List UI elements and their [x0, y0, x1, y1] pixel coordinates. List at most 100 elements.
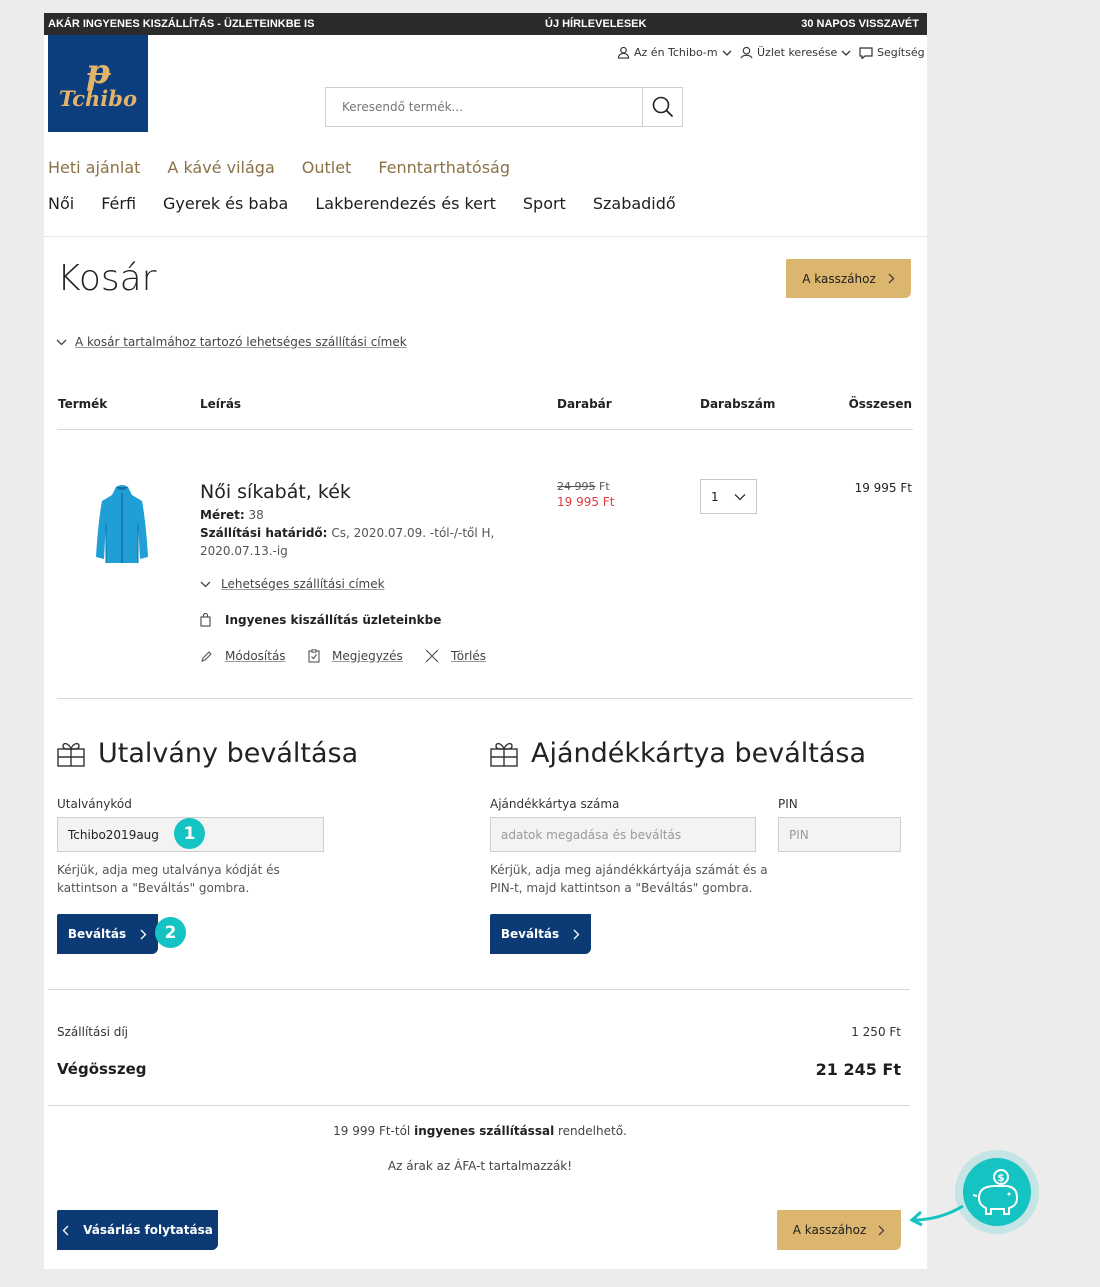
chevron-down-icon: [734, 493, 746, 500]
promo-newsletter[interactable]: ÚJ HÍRLEVELESEK: [545, 13, 646, 35]
piggy-bank-badge: $: [955, 1150, 1039, 1234]
table-header-divider: [57, 429, 913, 430]
shipping-fee-row: Szállítási díj 1 250 Ft: [57, 1025, 901, 1039]
voucher-code-label: Utalványkód: [57, 797, 132, 811]
voucher-title: Utalvány beváltása: [98, 738, 359, 769]
chat-bubble-icon: [859, 46, 873, 59]
piggy-bank-icon: $: [972, 1169, 1019, 1215]
continue-shopping-button[interactable]: Vásárlás folytatása: [57, 1210, 218, 1250]
page-title: Kosár: [57, 258, 157, 299]
size-value: 38: [248, 508, 264, 522]
nav-item-weekly-offer[interactable]: Heti ajánlat: [48, 158, 140, 177]
old-price: 24 995 Ft: [557, 480, 610, 493]
store-finder-link[interactable]: Üzlet keresése: [740, 46, 851, 59]
nav-item-sustainability[interactable]: Fenntarthatóság: [378, 158, 510, 177]
chevron-down-icon: [841, 50, 851, 56]
edit-item-link[interactable]: Módosítás: [200, 649, 286, 663]
search-input[interactable]: [326, 88, 642, 126]
piggy-bank-circle: $: [963, 1158, 1031, 1226]
giftcard-number-label: Ajándékkártya száma: [490, 797, 620, 811]
free-shipping-note-bold: ingyenes szállítással: [414, 1124, 555, 1138]
voucher-heading: Utalvány beváltása: [56, 738, 358, 769]
shipping-fee-value: 1 250 Ft: [851, 1025, 901, 1039]
voucher-help-line1: Kérjük, adja meg utalványa kódját és: [57, 863, 280, 877]
pencil-icon: [201, 650, 212, 662]
cart-page: AKÁR INGYENES KISZÁLLÍTÁS - ÜZLETEINKBE …: [44, 13, 927, 1269]
nav-item-sport[interactable]: Sport: [523, 194, 566, 213]
chevron-right-icon: [878, 1225, 885, 1235]
note-label: Megjegyzés: [332, 649, 403, 663]
product-size: Méret: 38: [200, 506, 264, 524]
grand-total-value: 21 245 Ft: [815, 1060, 901, 1079]
nav-item-coffee-world[interactable]: A kávé világa: [167, 158, 274, 177]
chevron-down-icon: [56, 339, 67, 346]
shipping-addresses-toggle[interactable]: A kosár tartalmához tartozó lehetséges s…: [56, 335, 407, 349]
voucher-code-value: Tchibo2019aug: [68, 827, 159, 842]
voucher-redeem-button[interactable]: Beváltás: [57, 914, 158, 954]
store-finder-label: Üzlet keresése: [757, 46, 838, 59]
nav-item-kids[interactable]: Gyerek és baba: [163, 194, 288, 213]
possible-addresses-toggle[interactable]: Lehetséges szállítási címek: [200, 577, 385, 591]
close-icon: [425, 649, 439, 663]
checkout-button-bottom[interactable]: A kasszához: [777, 1210, 901, 1250]
help-link[interactable]: Segítség: [859, 46, 925, 59]
product-image[interactable]: [94, 483, 150, 567]
sale-price: 19 995 Ft: [557, 495, 615, 509]
free-shipping-note-prefix: 19 999 Ft-tól: [333, 1124, 415, 1138]
nav-item-leisure[interactable]: Szabadidő: [593, 194, 676, 213]
quantity-select[interactable]: 1: [700, 479, 757, 514]
step-badge-1: 1: [174, 818, 205, 849]
search-button[interactable]: [642, 88, 682, 126]
account-link[interactable]: Az én Tchibo-m: [617, 46, 732, 59]
promo-free-shipping[interactable]: AKÁR INGYENES KISZÁLLÍTÁS - ÜZLETEINKBE …: [48, 13, 314, 35]
column-header-unit-price: Darabár: [557, 397, 612, 411]
continue-shopping-label: Vásárlás folytatása: [83, 1223, 213, 1237]
user-icon: [617, 46, 630, 59]
note-item-link[interactable]: Megjegyzés: [308, 649, 403, 663]
summary-divider: [48, 1105, 910, 1106]
nav-item-women[interactable]: Női: [48, 194, 74, 213]
tchibo-logo[interactable]: ᵽ Tchibo: [48, 35, 148, 132]
grand-total-row: Végösszeg 21 245 Ft: [57, 1060, 901, 1079]
promo-return[interactable]: 30 NAPOS VISSZAVÉT: [801, 13, 919, 35]
product-name[interactable]: Női síkabát, kék: [200, 481, 351, 503]
chevron-right-icon: [140, 929, 147, 939]
free-shipping-label: Ingyenes kiszállítás üzleteinkbe: [225, 613, 442, 627]
giftcard-pin-label: PIN: [778, 797, 798, 811]
grand-total-label: Végösszeg: [57, 1060, 147, 1078]
promo-bar: AKÁR INGYENES KISZÁLLÍTÁS - ÜZLETEINKBE …: [44, 13, 927, 35]
giftcard-pin-placeholder: PIN: [789, 827, 809, 842]
chevron-right-icon: [573, 929, 580, 939]
step-badge-2: 2: [155, 917, 186, 948]
nav-item-men[interactable]: Férfi: [101, 194, 136, 213]
giftcard-number-input[interactable]: adatok megadása és beváltás: [490, 817, 756, 852]
nav-item-outlet[interactable]: Outlet: [302, 158, 352, 177]
logo-mark-icon: ᵽ: [86, 51, 110, 92]
nav-item-home-garden[interactable]: Lakberendezés és kert: [315, 194, 496, 213]
search-box: [325, 87, 683, 127]
delete-item-link[interactable]: Törlés: [425, 649, 486, 663]
shipping-fee-label: Szállítási díj: [57, 1025, 129, 1039]
giftcard-pin-input[interactable]: PIN: [778, 817, 901, 852]
product-delivery: Szállítási határidő: Cs, 2020.07.09. -tó…: [200, 524, 494, 560]
giftcard-help-line1: Kérjük, adja meg ajándékkártyája számát …: [490, 863, 768, 877]
giftcard-redeem-button[interactable]: Beváltás: [490, 914, 591, 954]
giftcard-redeem-label: Beváltás: [500, 927, 560, 941]
giftcard-help-line2: PIN-t, majd kattintson a "Beváltás" gomb…: [490, 881, 753, 895]
voucher-help-line2: kattintson a "Beváltás" gombra.: [57, 881, 250, 895]
column-header-product: Termék: [58, 397, 108, 411]
line-total: 19 995 Ft: [854, 481, 912, 495]
vat-note: Az árak az ÁFA-t tartalmazzák!: [387, 1159, 573, 1173]
nav-secondary: Női Férfi Gyerek és baba Lakberendezés é…: [48, 194, 676, 213]
voucher-redeem-label: Beváltás: [67, 927, 127, 941]
old-price-value: 24 995: [557, 480, 596, 493]
logo-wordmark: Tchibo: [59, 85, 137, 111]
giftcard-heading: Ajándékkártya beváltása: [489, 738, 866, 769]
shipping-addresses-label: A kosár tartalmához tartozó lehetséges s…: [75, 335, 407, 349]
column-header-total: Összesen: [848, 397, 912, 411]
voucher-help-text: Kérjük, adja meg utalványa kódját és kat…: [57, 861, 280, 897]
free-shipping-note-suffix: rendelhető.: [554, 1124, 627, 1138]
edit-label: Módosítás: [225, 649, 286, 663]
chevron-down-icon: [200, 581, 211, 588]
checkout-button-top[interactable]: A kasszához: [786, 259, 911, 298]
